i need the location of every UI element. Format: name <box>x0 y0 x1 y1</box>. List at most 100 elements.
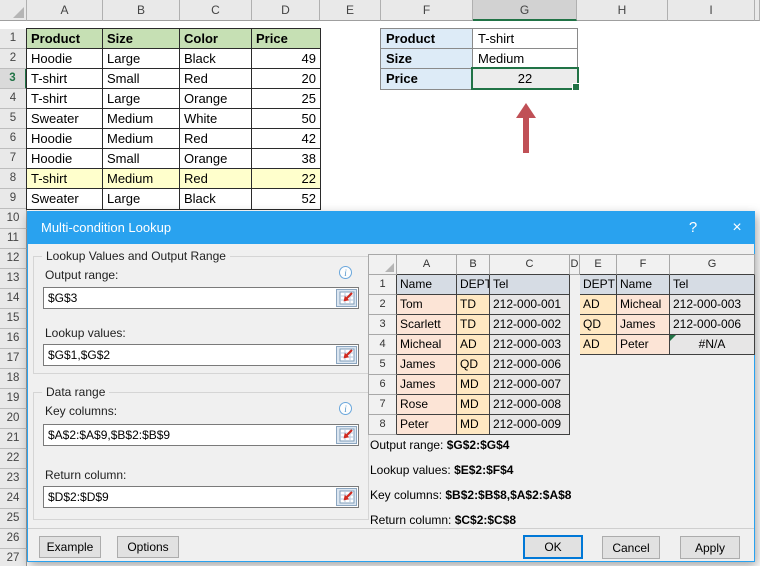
column-header-H[interactable]: H <box>577 0 668 21</box>
row-header-7[interactable]: 7 <box>0 149 27 169</box>
row-header-4[interactable]: 4 <box>0 89 27 109</box>
row-header-23[interactable]: 23 <box>0 469 27 489</box>
info-icon[interactable]: i <box>339 266 352 279</box>
row-header-24[interactable]: 24 <box>0 489 27 509</box>
range-selector-button[interactable] <box>336 488 357 506</box>
row-header-15[interactable]: 15 <box>0 309 27 329</box>
cell-A4[interactable]: T-shirt <box>27 89 103 109</box>
range-selector-button[interactable] <box>336 289 357 307</box>
column-header-E[interactable]: E <box>320 0 381 21</box>
cell-C8[interactable]: Red <box>180 169 252 189</box>
row-header-3[interactable]: 3 <box>0 69 27 89</box>
cell-B5[interactable]: Medium <box>103 109 180 129</box>
cell-C2[interactable]: Black <box>180 49 252 69</box>
cell-C7[interactable]: Orange <box>180 149 252 169</box>
row-header-21[interactable]: 21 <box>0 429 27 449</box>
cell-B4[interactable]: Large <box>103 89 180 109</box>
row-header-16[interactable]: 16 <box>0 329 27 349</box>
select-all-corner[interactable] <box>0 0 27 21</box>
row-header-17[interactable]: 17 <box>0 349 27 369</box>
cell-D1[interactable]: Price <box>252 29 320 49</box>
row-header-9[interactable]: 9 <box>0 189 27 209</box>
cell-A2[interactable]: Hoodie <box>27 49 103 69</box>
cell-C5[interactable]: White <box>180 109 252 129</box>
cell-D7[interactable]: 38 <box>252 149 320 169</box>
range-selector-button[interactable] <box>336 426 357 444</box>
cell-B8[interactable]: Medium <box>103 169 180 189</box>
cancel-button[interactable]: Cancel <box>602 536 660 559</box>
cell-A6[interactable]: Hoodie <box>27 129 103 149</box>
row-header-26[interactable]: 26 <box>0 529 27 549</box>
row-header-12[interactable]: 12 <box>0 249 27 269</box>
row-header-10[interactable]: 10 <box>0 209 27 229</box>
lookup-values-input[interactable] <box>44 345 358 365</box>
column-header-partial[interactable] <box>755 0 760 21</box>
column-header-A[interactable]: A <box>27 0 103 21</box>
cell-F3[interactable]: Price <box>381 69 473 89</box>
column-header-G[interactable]: G <box>473 0 577 21</box>
cell-D5[interactable]: 50 <box>252 109 320 129</box>
cell-F2[interactable]: Size <box>381 49 473 69</box>
row-header-27[interactable]: 27 <box>0 549 27 566</box>
row-header-2[interactable]: 2 <box>0 49 27 69</box>
close-icon[interactable]: × <box>724 212 750 244</box>
cell-C9[interactable]: Black <box>180 189 252 209</box>
cell-C3[interactable]: Red <box>180 69 252 89</box>
column-header-I[interactable]: I <box>668 0 755 21</box>
cell-D2[interactable]: 49 <box>252 49 320 69</box>
row-header-14[interactable]: 14 <box>0 289 27 309</box>
column-header-B[interactable]: B <box>103 0 180 21</box>
cell-A5[interactable]: Sweater <box>27 109 103 129</box>
row-header-13[interactable]: 13 <box>0 269 27 289</box>
cell-A9[interactable]: Sweater <box>27 189 103 209</box>
row-header-18[interactable]: 18 <box>0 369 27 389</box>
key-columns-input[interactable] <box>44 425 358 445</box>
column-header-F[interactable]: F <box>381 0 473 21</box>
row-header-11[interactable]: 11 <box>0 229 27 249</box>
row-header-25[interactable]: 25 <box>0 509 27 529</box>
row-header-6[interactable]: 6 <box>0 129 27 149</box>
cell-D8[interactable]: 22 <box>252 169 320 189</box>
apply-button[interactable]: Apply <box>680 536 740 559</box>
cell-B2[interactable]: Large <box>103 49 180 69</box>
options-button[interactable]: Options <box>117 536 179 558</box>
cell-B1[interactable]: Size <box>103 29 180 49</box>
cell-A8[interactable]: T-shirt <box>27 169 103 189</box>
cell-G1[interactable]: T-shirt <box>473 29 577 49</box>
preview-cell-F4: Peter <box>617 335 670 355</box>
cell-A1[interactable]: Product <box>27 29 103 49</box>
info-icon[interactable]: i <box>339 402 352 415</box>
ok-button[interactable]: OK <box>523 535 583 559</box>
cell-F1[interactable]: Product <box>381 29 473 49</box>
preview-cell-E4: AD <box>580 335 617 355</box>
cell-D4[interactable]: 25 <box>252 89 320 109</box>
cell-C1[interactable]: Color <box>180 29 252 49</box>
cell-C6[interactable]: Red <box>180 129 252 149</box>
row-header-19[interactable]: 19 <box>0 389 27 409</box>
output-range-input[interactable] <box>44 288 358 308</box>
cell-B6[interactable]: Medium <box>103 129 180 149</box>
fill-handle[interactable] <box>572 83 580 91</box>
cell-B7[interactable]: Small <box>103 149 180 169</box>
range-selector-button[interactable] <box>336 346 357 364</box>
help-icon[interactable]: ? <box>680 212 706 244</box>
row-header-8[interactable]: 8 <box>0 169 27 189</box>
return-column-input[interactable] <box>44 487 358 507</box>
cell-D6[interactable]: 42 <box>252 129 320 149</box>
dialog-titlebar[interactable]: Multi-condition Lookup ? × <box>28 212 754 244</box>
cell-D9[interactable]: 52 <box>252 189 320 209</box>
cell-A3[interactable]: T-shirt <box>27 69 103 89</box>
cell-A7[interactable]: Hoodie <box>27 149 103 169</box>
column-header-C[interactable]: C <box>180 0 252 21</box>
cell-D3[interactable]: 20 <box>252 69 320 89</box>
cell-G2[interactable]: Medium <box>473 49 577 69</box>
row-header-20[interactable]: 20 <box>0 409 27 429</box>
row-header-1[interactable]: 1 <box>0 29 27 49</box>
cell-B9[interactable]: Large <box>103 189 180 209</box>
row-header-5[interactable]: 5 <box>0 109 27 129</box>
column-header-D[interactable]: D <box>252 0 320 21</box>
example-button[interactable]: Example <box>39 536 101 558</box>
row-header-22[interactable]: 22 <box>0 449 27 469</box>
cell-C4[interactable]: Orange <box>180 89 252 109</box>
cell-B3[interactable]: Small <box>103 69 180 89</box>
